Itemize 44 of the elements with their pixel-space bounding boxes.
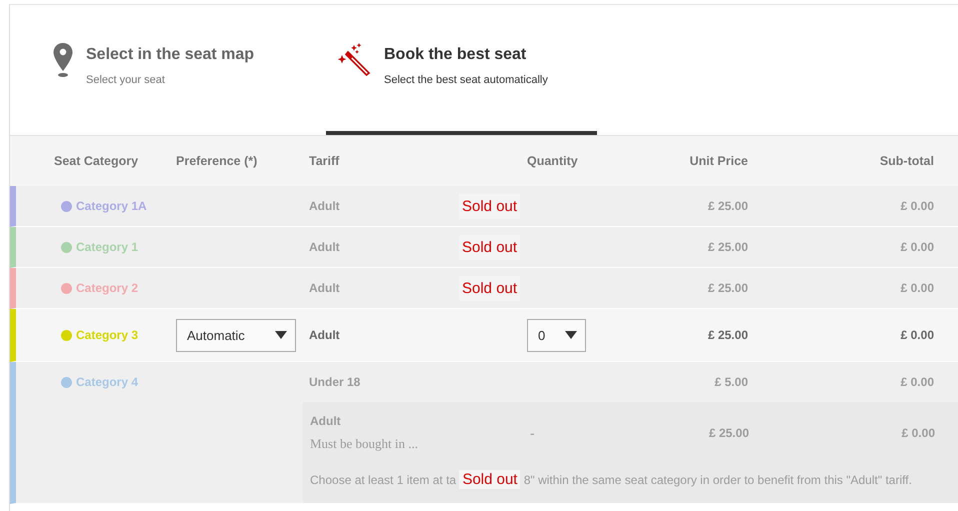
tariff-name: Adult — [309, 240, 341, 254]
column-header: Sub-total — [878, 154, 934, 168]
unit-price: £ 25.00 — [706, 281, 748, 295]
subtotal: £ 0.00 — [900, 375, 934, 389]
category-name: Category 3 — [76, 328, 138, 342]
sold-out-label: Sold out — [459, 276, 520, 300]
caret-icon — [565, 331, 577, 339]
category-name: Category 4 — [76, 375, 138, 389]
column-header: Tariff — [309, 154, 340, 168]
magic-wand-icon — [338, 42, 372, 76]
caret-icon — [275, 331, 287, 339]
column-header: Quantity — [526, 154, 579, 168]
tariff-detail: Must be bought in ... — [310, 436, 419, 452]
preference-select[interactable]: Automatic — [176, 318, 296, 352]
quantity-text: - — [530, 425, 535, 441]
unit-price: £ 25.00 — [706, 328, 748, 342]
subtotal: £ 0.00 — [900, 281, 934, 295]
unit-price: £ 25.00 — [706, 199, 748, 213]
quantity-select[interactable]: 0 — [527, 318, 586, 352]
tariff-name: Adult — [309, 281, 341, 295]
tariff-name: Adult — [309, 199, 341, 213]
unit-price: £ 25.00 — [708, 426, 749, 440]
unit-price: £ 25.00 — [706, 240, 748, 254]
tariff-note: 8" within the same seat category in order to benefit from this "Adult" tariff. — [524, 473, 912, 487]
subtotal: £ 0.00 — [900, 240, 934, 254]
column-header: Seat Category — [53, 154, 140, 168]
category-name: Category 1A — [76, 199, 147, 213]
map-pin-icon — [52, 42, 74, 78]
tariff-name: Under 18 — [309, 375, 362, 389]
column-header: Preference (*) — [176, 154, 258, 168]
category-name: Category 1 — [76, 240, 138, 254]
tariff-name: Adult — [310, 414, 342, 428]
category-name: Category 2 — [76, 281, 138, 295]
subtotal: £ 0.00 — [900, 426, 935, 440]
sold-out-label: Sold out — [459, 470, 520, 489]
tariff-note: Choose at least 1 item at ta — [310, 473, 456, 487]
sold-out-label: Sold out — [459, 194, 520, 218]
mode-tab[interactable]: Select in the seat map Select your seat — [40, 5, 326, 135]
subtotal: £ 0.00 — [900, 199, 934, 213]
tariff-name: Adult — [309, 328, 341, 342]
unit-price: £ 5.00 — [714, 375, 748, 389]
sold-out-label: Sold out — [459, 234, 520, 260]
subtotal: £ 0.00 — [900, 328, 934, 342]
column-header: Unit Price — [688, 154, 748, 168]
